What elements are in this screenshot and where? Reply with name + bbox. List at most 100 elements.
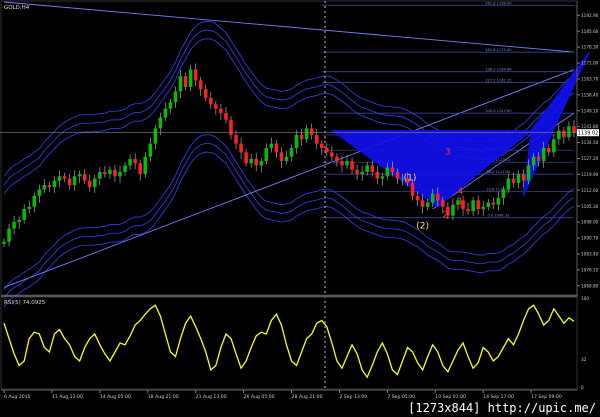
candle-body bbox=[264, 148, 269, 162]
rsi-tick-label: 0 bbox=[581, 385, 584, 390]
candle-body bbox=[481, 206, 485, 210]
candle-body bbox=[430, 193, 435, 203]
candle-body bbox=[476, 200, 480, 210]
price-tick-label: 1163.70 bbox=[581, 77, 599, 82]
candle-body bbox=[335, 156, 339, 162]
candle-body bbox=[415, 195, 420, 201]
candle-body bbox=[173, 91, 178, 103]
candle-body bbox=[108, 169, 112, 175]
candle-body bbox=[552, 139, 556, 153]
time-tick-label: 10 Sep 01:00 bbox=[435, 394, 466, 400]
candle-body bbox=[350, 161, 354, 170]
candle-body bbox=[355, 169, 359, 175]
rsi-label: RSI(5) 74.0925 bbox=[4, 300, 46, 306]
candle-body bbox=[168, 102, 173, 109]
candle-body bbox=[244, 152, 248, 164]
candle-body bbox=[193, 69, 198, 81]
candle-body bbox=[57, 176, 62, 181]
candle-body bbox=[138, 163, 142, 175]
candle-body bbox=[279, 152, 284, 162]
candle-body bbox=[82, 174, 87, 181]
current-price-tag: 1139.02 bbox=[577, 129, 599, 137]
candle-body bbox=[562, 130, 566, 138]
candle-body bbox=[370, 165, 374, 172]
price-tick-label: 1134.50 bbox=[581, 140, 599, 145]
candle-body bbox=[309, 128, 314, 135]
current-price-tag-text: 1139.02 bbox=[578, 131, 599, 137]
candle-body bbox=[239, 143, 243, 153]
candle-body bbox=[178, 76, 183, 92]
candle-body bbox=[32, 195, 37, 207]
candle-body bbox=[204, 89, 208, 98]
symbol-label: GOLD,H4 bbox=[4, 5, 30, 11]
candle-body bbox=[87, 180, 92, 188]
candle-body bbox=[42, 185, 47, 190]
candle-body bbox=[501, 189, 506, 199]
candle-body bbox=[531, 156, 536, 166]
candle-body bbox=[491, 202, 496, 205]
candle-body bbox=[47, 185, 52, 188]
candle-body bbox=[521, 174, 526, 181]
candle-body bbox=[188, 69, 193, 87]
trading-chart-canvas[interactable]: 261.8 1198.49 161.8 1175.40 138.2 1164.86 1… bbox=[0, 0, 600, 417]
candle-body bbox=[224, 113, 228, 120]
fib-level-label: 38.2 1117.40 bbox=[486, 170, 511, 174]
candle-body bbox=[385, 167, 390, 177]
time-tick-label: 17 Sep 09:00 bbox=[531, 394, 562, 400]
time-tick-label: 14 Aug 05:00 bbox=[100, 394, 131, 400]
candle-body bbox=[269, 143, 274, 148]
candle-body bbox=[380, 176, 385, 179]
candle-body bbox=[320, 143, 324, 148]
candle-body bbox=[390, 167, 395, 172]
watermark-text: [1273x844] http://upic.me/ bbox=[406, 401, 598, 415]
rsi-tick-label: 100 bbox=[581, 296, 589, 301]
candle-body bbox=[113, 169, 117, 177]
price-tick-label: 1178.30 bbox=[581, 45, 599, 50]
price-tick-label: 1119.90 bbox=[581, 172, 599, 177]
price-tick-label: 1192.90 bbox=[581, 13, 599, 18]
candle-body bbox=[299, 134, 304, 140]
candle-body bbox=[22, 209, 26, 220]
candle-body bbox=[526, 165, 531, 181]
candle-body bbox=[259, 161, 264, 166]
candle-body bbox=[67, 178, 72, 186]
fib-level-label: 138.2 1164.86 bbox=[485, 68, 512, 72]
price-tick-label: 1185.60 bbox=[581, 29, 599, 34]
chart-background bbox=[0, 0, 600, 417]
wave-label: 2 bbox=[443, 211, 449, 221]
time-tick-label: 21 Aug 13:00 bbox=[196, 394, 227, 400]
candle-body bbox=[77, 174, 82, 177]
price-tick-label: 1149.10 bbox=[581, 108, 599, 113]
time-tick-label: 6 Aug 2015 bbox=[4, 394, 31, 400]
price-tick-label: 1112.60 bbox=[581, 188, 599, 193]
candle-body bbox=[103, 171, 107, 175]
candle-body bbox=[148, 143, 153, 157]
candle-body bbox=[163, 108, 168, 118]
price-tick-label: 1156.40 bbox=[581, 92, 599, 97]
candle-body bbox=[98, 171, 102, 179]
price-tick-label: 1127.20 bbox=[581, 156, 599, 161]
candle-body bbox=[37, 189, 42, 196]
candle-body bbox=[360, 171, 364, 175]
candle-body bbox=[62, 176, 67, 179]
candle-body bbox=[511, 178, 516, 183]
candle-body bbox=[420, 200, 425, 207]
price-tick-label: 1098.00 bbox=[581, 220, 599, 225]
fib-level-label: 100.0 1147.60 bbox=[485, 109, 512, 113]
candle-body bbox=[466, 209, 470, 212]
candle-body bbox=[254, 158, 258, 166]
candle-body bbox=[123, 165, 127, 172]
candle-body bbox=[506, 178, 511, 190]
candle-body bbox=[516, 174, 521, 183]
candle-body bbox=[365, 165, 369, 172]
candle-body bbox=[325, 148, 329, 153]
candle-body bbox=[410, 182, 415, 196]
candle-body bbox=[451, 204, 455, 216]
candle-body bbox=[158, 117, 163, 129]
candle-body bbox=[557, 130, 561, 140]
candle-body bbox=[536, 156, 541, 162]
wave-label: 3 bbox=[445, 148, 451, 158]
time-tick-label: 2 Sep 13:00 bbox=[339, 394, 367, 400]
price-tick-label: 1083.40 bbox=[581, 252, 599, 257]
rsi-tick-label: 32 bbox=[581, 357, 587, 362]
